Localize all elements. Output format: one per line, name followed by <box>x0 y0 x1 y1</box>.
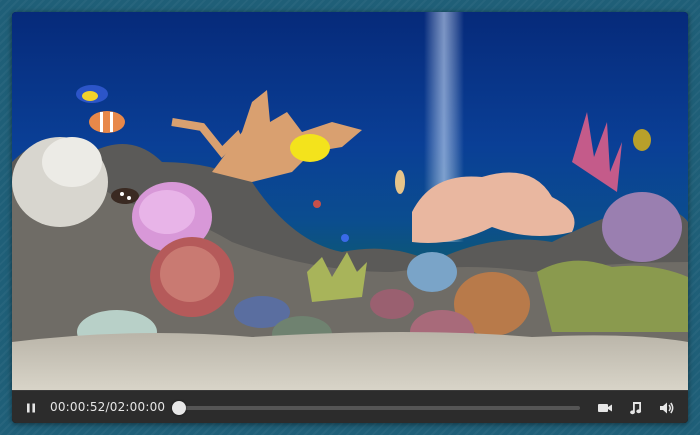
duration: 02:00:00 <box>109 400 166 414</box>
music-note-icon[interactable] <box>627 399 645 417</box>
fish-yellow-tang <box>290 134 330 162</box>
fish-dark-spotted <box>111 188 139 204</box>
volume-icon[interactable] <box>658 399 676 417</box>
seek-bar[interactable] <box>172 401 580 415</box>
fish-orange-striped <box>89 111 125 133</box>
seek-handle[interactable] <box>172 401 186 415</box>
fish-green-yellow <box>633 129 651 151</box>
aquarium-scene <box>12 12 688 390</box>
video-player: 00:00:52/02:00:00 <box>12 12 688 423</box>
video-frame[interactable] <box>12 12 688 390</box>
fish-small-striped <box>395 170 405 194</box>
video-camera-icon[interactable] <box>596 399 614 417</box>
time-display: 00:00:52/02:00:00 <box>50 400 165 414</box>
fish-blue-yellow <box>76 85 108 103</box>
current-time: 00:00:52 <box>50 400 106 414</box>
pause-icon[interactable] <box>22 399 40 417</box>
controls-bar: 00:00:52/02:00:00 <box>12 390 688 423</box>
